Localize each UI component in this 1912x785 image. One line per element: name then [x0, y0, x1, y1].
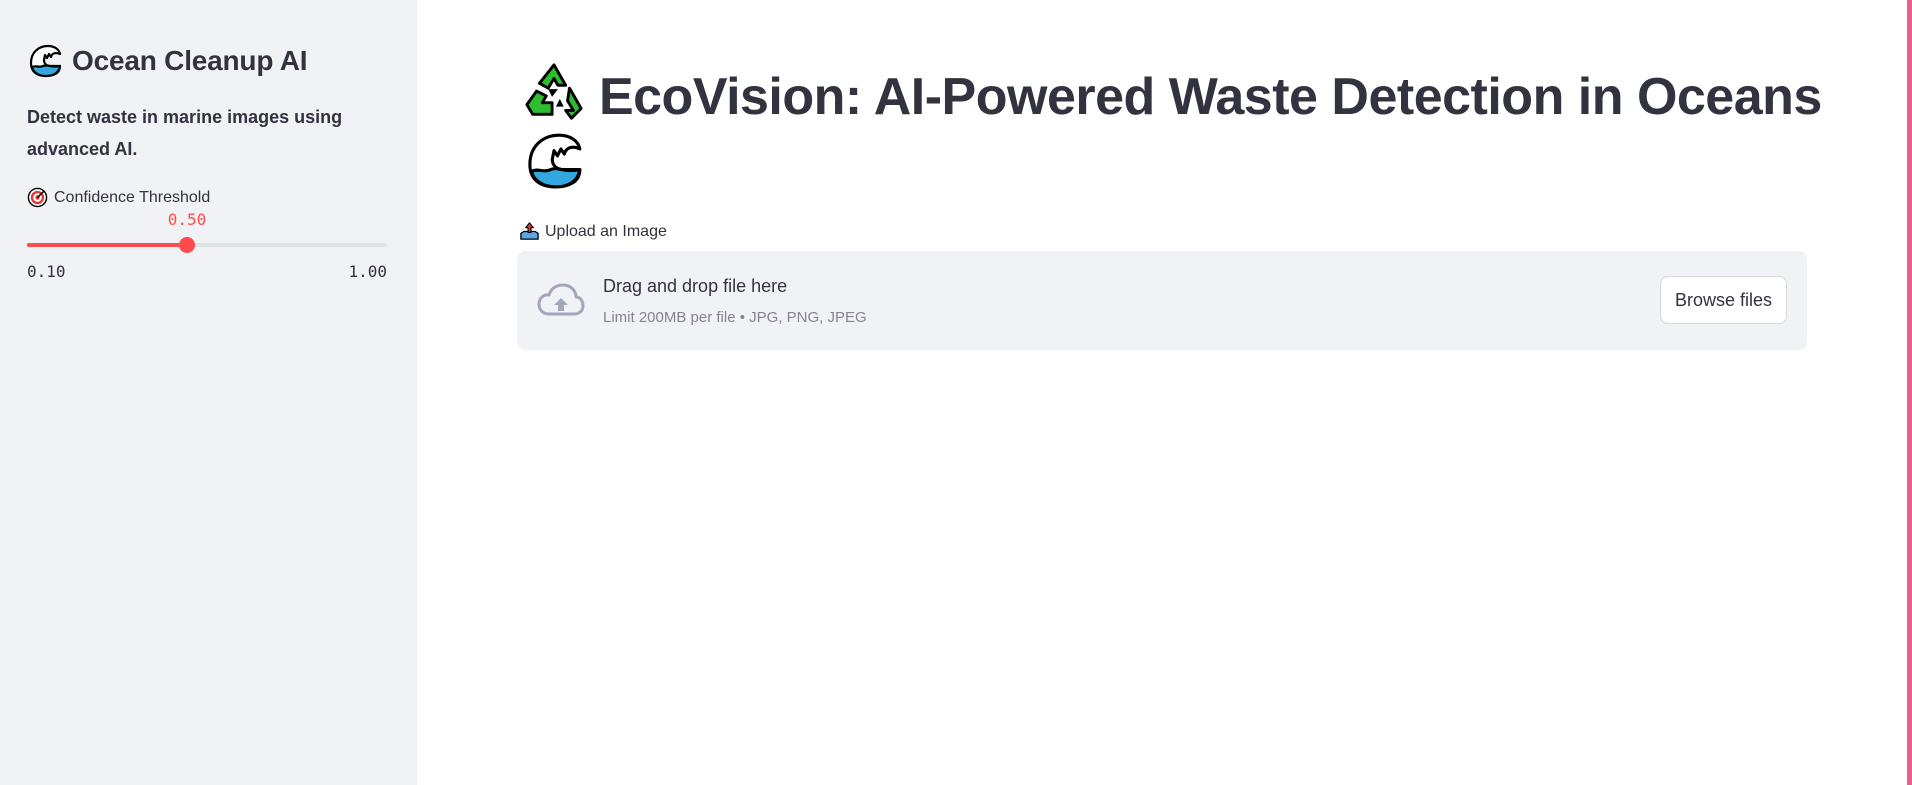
main-content: EcoVision: AI-Powered Waste Detection in… — [417, 0, 1902, 785]
file-dropzone[interactable]: Drag and drop file here Limit 200MB per … — [517, 251, 1807, 350]
wave-icon — [528, 133, 582, 189]
cloud-upload-icon — [537, 283, 585, 316]
wave-icon — [29, 44, 62, 78]
outbox-tray-icon — [520, 222, 539, 240]
target-icon — [27, 187, 48, 208]
confidence-slider-label-text: Confidence Threshold — [54, 188, 211, 206]
confidence-slider[interactable]: 0.50 — [27, 210, 387, 253]
sidebar-title-text: Ocean Cleanup AI — [72, 45, 308, 76]
recycle-icon — [525, 63, 583, 120]
sidebar-title: Ocean Cleanup AI — [27, 43, 308, 79]
slider-value: 0.50 — [167, 210, 207, 229]
right-edge-accent — [1907, 0, 1912, 785]
app-root: Ocean Cleanup AI Detect waste in marine … — [0, 0, 1912, 785]
slider-max-label: 1.00 — [348, 262, 387, 281]
dropzone-limit-text: Limit 200MB per file • JPG, PNG, JPEG — [603, 309, 867, 326]
sidebar-description: Detect waste in marine images using adva… — [27, 107, 343, 159]
upload-label: Upload an Image — [519, 221, 667, 242]
slider-fill — [27, 243, 187, 247]
page-title-text: EcoVision: AI-Powered Waste Detection in… — [598, 68, 1822, 126]
slider-min-label: 0.10 — [27, 262, 66, 281]
slider-thumb[interactable] — [178, 237, 195, 253]
sidebar: Ocean Cleanup AI Detect waste in marine … — [0, 0, 417, 785]
confidence-slider-label: Confidence Threshold — [27, 187, 210, 208]
upload-label-text: Upload an Image — [545, 222, 667, 240]
page-title: EcoVision: AI-Powered Waste Detection in… — [523, 62, 1823, 198]
browse-files-button[interactable]: Browse files — [1659, 276, 1787, 324]
dropzone-title: Drag and drop file here — [603, 276, 788, 296]
